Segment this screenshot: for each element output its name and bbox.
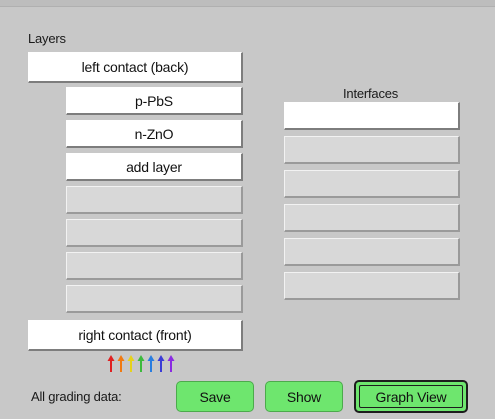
layer-slot-2[interactable]: n-ZnO [66,120,243,148]
grading-data-label: All grading data: [31,389,122,404]
interface-slot-3[interactable] [284,170,460,198]
light-arrow-2 [117,355,125,372]
light-arrow-6 [157,355,165,372]
light-arrow-3 [127,355,135,372]
interface-slot-1[interactable] [284,102,460,130]
layer-slot-empty-2[interactable] [66,219,243,247]
light-arrow-7 [167,355,175,372]
layer-slot-empty-1[interactable] [66,186,243,214]
light-arrow-4 [137,355,145,372]
layer-slot-empty-4[interactable] [66,285,243,313]
show-button[interactable]: Show [265,381,343,412]
layers-heading: Layers [28,31,66,46]
interface-slot-6[interactable] [284,272,460,300]
graph-view-button[interactable]: Graph View [354,380,468,413]
interfaces-heading: Interfaces [343,86,399,101]
panel-top-edge [0,0,495,7]
save-button[interactable]: Save [176,381,254,412]
interface-slot-4[interactable] [284,204,460,232]
add-layer-button[interactable]: add layer [66,153,243,181]
left-contact-button[interactable]: left contact (back) [28,52,243,83]
light-arrow-5 [147,355,155,372]
right-contact-button[interactable]: right contact (front) [28,320,243,351]
graph-view-label: Graph View [375,388,447,405]
layer-slot-1[interactable]: p-PbS [66,87,243,115]
layer-slot-empty-3[interactable] [66,252,243,280]
interface-slot-2[interactable] [284,136,460,164]
interface-slot-5[interactable] [284,238,460,266]
spectrum-light-arrows-icon [107,355,175,372]
light-arrow-1 [107,355,115,372]
